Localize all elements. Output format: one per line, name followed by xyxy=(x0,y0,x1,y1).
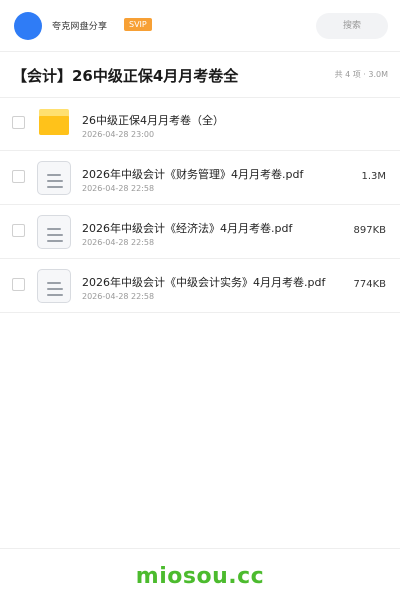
document-icon xyxy=(37,161,71,195)
file-size: 774KB xyxy=(353,279,386,290)
avatar[interactable] xyxy=(14,12,42,40)
app-name: 夸克网盘分享 xyxy=(52,22,108,32)
document-icon xyxy=(37,215,71,249)
file-size: 897KB xyxy=(353,225,386,236)
footer: miosou.cc xyxy=(0,548,400,600)
file-row[interactable]: 26中级正保4月月考卷（全） 2026-04-28 23:00 xyxy=(0,97,400,151)
file-row[interactable]: 2026年中级会计《财务管理》4月月考卷.pdf 2026-04-28 22:5… xyxy=(0,151,400,205)
file-row[interactable]: 2026年中级会计《经济法》4月月考卷.pdf 2026-04-28 22:58… xyxy=(0,205,400,259)
row-checkbox[interactable] xyxy=(12,278,25,291)
file-date: 2026-04-28 22:58 xyxy=(82,292,155,301)
document-icon xyxy=(37,269,71,303)
svip-badge: SVIP xyxy=(124,18,152,31)
file-row[interactable]: 2026年中级会计《中级会计实务》4月月考卷.pdf 2026-04-28 22… xyxy=(0,259,400,313)
file-size: 1.3M xyxy=(361,171,386,182)
row-checkbox[interactable] xyxy=(12,170,25,183)
file-name[interactable]: 26中级正保4月月考卷（全） xyxy=(82,112,224,128)
file-date: 2026-04-28 23:00 xyxy=(82,130,155,139)
file-name[interactable]: 2026年中级会计《中级会计实务》4月月考卷.pdf xyxy=(82,274,325,290)
file-date: 2026-04-28 22:58 xyxy=(82,238,155,247)
top-bar: 夸克网盘分享 SVIP 搜索 xyxy=(0,0,400,52)
search-input[interactable]: 搜索 xyxy=(316,13,388,39)
row-checkbox[interactable] xyxy=(12,224,25,237)
title-row: 【会计】26中级正保4月月考卷全 共 4 项 · 3.0M xyxy=(0,52,400,98)
page-title: 【会计】26中级正保4月月考卷全 xyxy=(12,67,239,85)
file-name[interactable]: 2026年中级会计《财务管理》4月月考卷.pdf xyxy=(82,166,303,182)
file-name[interactable]: 2026年中级会计《经济法》4月月考卷.pdf xyxy=(82,220,292,236)
file-date: 2026-04-28 22:58 xyxy=(82,184,155,193)
file-summary: 共 4 项 · 3.0M xyxy=(334,70,388,79)
file-list: 26中级正保4月月考卷（全） 2026-04-28 23:00 2026年中级会… xyxy=(0,97,400,313)
folder-icon xyxy=(37,107,71,141)
watermark: miosou.cc xyxy=(135,564,265,589)
row-checkbox[interactable] xyxy=(12,116,25,129)
